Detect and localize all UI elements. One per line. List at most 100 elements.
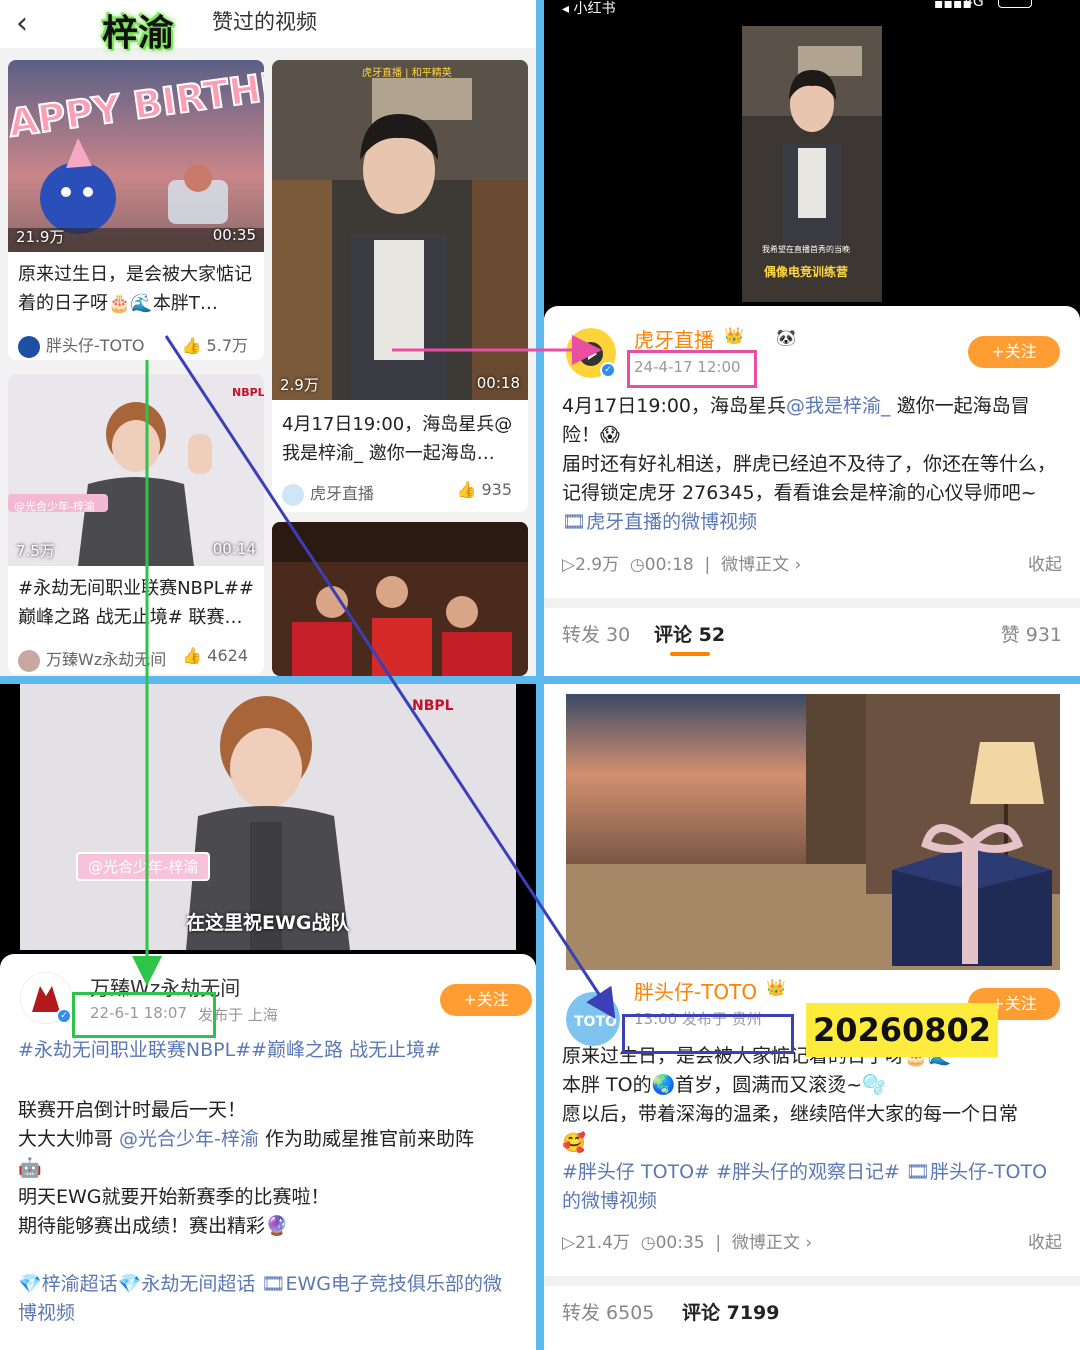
- video-card-nbpl[interactable]: NBPL @光合少年-梓渝 7.5万 00:14 #永劫无间职业联赛NBPL##…: [8, 374, 264, 674]
- view-count: 2.9万: [280, 376, 319, 394]
- hashtag-links[interactable]: #胖头仔 TOTO# #胖头仔的观察日记# 🎞胖头仔-TOTO的微博视频: [562, 1161, 1047, 1212]
- verified-icon: ✓: [600, 362, 616, 378]
- post-text: 联赛开启倒计时最后一天！: [18, 1099, 247, 1121]
- action-tabs: 转发 6505 评论 7199: [544, 1276, 1080, 1336]
- thumbnail-watermark: @光合少年-梓渝: [14, 500, 95, 513]
- author-name: 万臻Wz永劫无间: [46, 650, 167, 669]
- battery-icon: [998, 0, 1032, 8]
- source-link[interactable]: 微博正文 ›: [721, 555, 801, 575]
- hashtags[interactable]: #永劫无间职业联赛NBPL##巅峰之路 战无止境#: [18, 1036, 518, 1065]
- card-title: #永劫无间职业联赛NBPL##巅峰之路 战无止境# 联赛…: [18, 578, 254, 628]
- post-body: 4月17日19:00，海岛星兵@我是梓渝_ 邀你一起海岛冒险！😱 届时还有好礼相…: [562, 392, 1062, 537]
- mention-link[interactable]: @我是梓渝_: [786, 395, 891, 417]
- author-name[interactable]: 胖头仔-TOTO: [634, 976, 757, 1005]
- video-subtitle: 在这里祝EWG战队: [186, 912, 350, 934]
- video-caption: 我希望在直播首秀的当晚: [762, 244, 850, 254]
- like-count[interactable]: 👍 5.7万: [182, 332, 248, 356]
- huya-post-panel: ◂ 小红书 ▪▪▪▪ 4G 我希望在直播首秀的当晚 偶像电竞训练营 ✓ 虎牙直播…: [544, 0, 1080, 676]
- tab-likes[interactable]: 赞 931: [1001, 620, 1062, 647]
- view-count: 21.9万: [16, 228, 65, 246]
- video-card-crowd[interactable]: [272, 522, 528, 676]
- post-body: 联赛开启倒计时最后一天！ 大大大帅哥 @光合少年-梓渝 作为助威星推官前来助阵 …: [18, 1096, 518, 1241]
- post-detail-card: ✓ 虎牙直播 👑 🐼 24-4-17 12:00 +关注 4月17日19:00，…: [544, 306, 1080, 676]
- network-label: 4G: [964, 0, 984, 10]
- crown-icon: 👑: [724, 326, 744, 345]
- post-text: 期待能够赛出成绩！赛出精彩🔮: [18, 1215, 289, 1237]
- blue-highlight-box: [622, 1014, 794, 1054]
- thumb-up-icon: 👍: [456, 480, 477, 499]
- post-text: 明天EWG就要开始新赛季的比赛啦！: [18, 1186, 330, 1208]
- follow-button[interactable]: +关注: [440, 984, 532, 1016]
- duration: 00:14: [212, 540, 256, 558]
- card-title: 4月17日19:00，海岛星兵@我是梓渝_ 邀你一起海岛…: [282, 414, 513, 464]
- video-watermark: @光合少年-梓渝: [76, 852, 211, 881]
- nbpl-logo: NBPL: [412, 698, 454, 714]
- duration: 00:18: [476, 374, 520, 392]
- green-highlight-box: [72, 992, 216, 1038]
- thumbnail-huya: 虎牙直播 | 和平精英: [272, 60, 528, 400]
- duration: ◷00:35: [640, 1233, 705, 1253]
- video-player[interactable]: [566, 694, 1060, 972]
- ultraman-icon: 🤖: [18, 1157, 42, 1179]
- collapse-button[interactable]: 收起: [1028, 550, 1062, 575]
- view-count: ▷2.9万: [562, 555, 620, 575]
- source-link[interactable]: 微博正文 ›: [732, 1233, 812, 1253]
- like-count[interactable]: 👍 4624: [182, 646, 248, 665]
- author-avatar: [282, 483, 304, 506]
- card-meta: 万臻Wz永劫无间 👍 4624: [18, 646, 254, 672]
- thumb-up-icon: 👍: [182, 646, 203, 665]
- post-text: 届时还有好礼相送，胖虎已经迫不及待了，你还在等什么，记得锁定虎牙 276345，…: [562, 453, 1057, 504]
- like-count[interactable]: 👍 935: [456, 480, 512, 499]
- post-text: 本胖 TO的🌏首岁，圆满而又滚烫~🫧: [562, 1074, 886, 1096]
- mention-link[interactable]: @光合少年-梓渝: [119, 1128, 259, 1150]
- card-title: 原来过生日，是会被大家惦记着的日子呀🎂🌊本胖T…: [18, 264, 252, 314]
- collapse-button[interactable]: 收起: [1028, 1228, 1062, 1253]
- active-tab-indicator: [670, 652, 710, 656]
- author-name: 虎牙直播: [310, 484, 375, 503]
- footer-links[interactable]: 💎梓渝超话💎永劫无间超话 🎞EWG电子竞技俱乐部的微博视频: [18, 1270, 518, 1328]
- post-text: 🥰: [562, 1132, 586, 1154]
- highlight-date: 20260802: [806, 1003, 998, 1057]
- tab-repost[interactable]: 转发 6505: [562, 1298, 654, 1325]
- card-meta: 胖头仔-TOTO 👍 5.7万: [18, 332, 254, 358]
- duration: ◷00:18: [629, 555, 694, 575]
- tab-repost[interactable]: 转发 30: [562, 620, 630, 647]
- thumb-up-icon: 👍: [181, 336, 202, 355]
- thumbnail-nbpl: NBPL: [8, 374, 264, 566]
- pink-highlight-box: [627, 350, 757, 388]
- video-link[interactable]: 🎞虎牙直播的微博视频: [562, 511, 757, 533]
- video-player[interactable]: 我希望在直播首秀的当晚 偶像电竞训练营: [742, 26, 882, 302]
- name-tag: 梓渝: [102, 13, 175, 54]
- toto-avatar[interactable]: TOTO: [566, 992, 620, 1046]
- post-text: 愿以后，带着深海的温柔，继续陪伴大家的每一个日常: [562, 1103, 1019, 1125]
- svg-text:TOTO: TOTO: [574, 1014, 617, 1030]
- author-name: 胖头仔-TOTO: [46, 336, 145, 355]
- page-title: 赞过的视频: [212, 10, 317, 34]
- follow-button[interactable]: +关注: [968, 336, 1060, 368]
- card-meta: 虎牙直播 👍 935: [282, 480, 518, 506]
- author-avatar: [18, 649, 40, 672]
- back-icon[interactable]: ‹: [16, 6, 28, 41]
- thumbnail-birthday: APPY BIRTHDA: [8, 60, 264, 252]
- author-name[interactable]: 虎牙直播: [634, 324, 714, 353]
- tab-comment[interactable]: 评论 7199: [682, 1298, 780, 1325]
- post-text: 大大大帅哥: [18, 1128, 120, 1150]
- status-app: ◂ 小红书: [562, 1, 616, 17]
- video-title-overlay: 偶像电竞训练营: [764, 264, 848, 279]
- duration: 00:35: [212, 226, 256, 244]
- liked-videos-panel: ‹ 梓渝 赞过的视频 APPY BIRTHDA 21.9万 00:35 原来过生…: [0, 0, 536, 676]
- verified-icon: ✓: [56, 1008, 72, 1024]
- tab-comment[interactable]: 评论 52: [654, 620, 725, 647]
- video-card-huya[interactable]: 虎牙直播 | 和平精英 2.9万 00:18 4月17日19:00，海岛星兵@我…: [272, 60, 528, 512]
- thumbnail-crowd: [272, 522, 528, 676]
- stats-row: ▷21.4万 ◷00:35 | 微博正文 › 收起: [562, 1228, 1062, 1253]
- svg-text:NBPL: NBPL: [232, 386, 264, 399]
- post-text: 作为助威星推官前来助阵: [258, 1128, 474, 1150]
- post-text: 4月17日19:00，海岛星兵: [562, 395, 787, 417]
- header: ‹ 梓渝 赞过的视频: [0, 0, 536, 54]
- crown-icon: 👑: [766, 978, 786, 997]
- panda-icon: 🐼: [776, 328, 796, 347]
- view-count: ▷21.4万: [562, 1233, 630, 1253]
- video-card-birthday[interactable]: APPY BIRTHDA 21.9万 00:35 原来过生日，是会被大家惦记着的…: [8, 60, 264, 360]
- post-body: 原来过生日，是会被大家惦记着的日子呀🎂🌊 本胖 TO的🌏首岁，圆满而又滚烫~🫧 …: [562, 1042, 1062, 1216]
